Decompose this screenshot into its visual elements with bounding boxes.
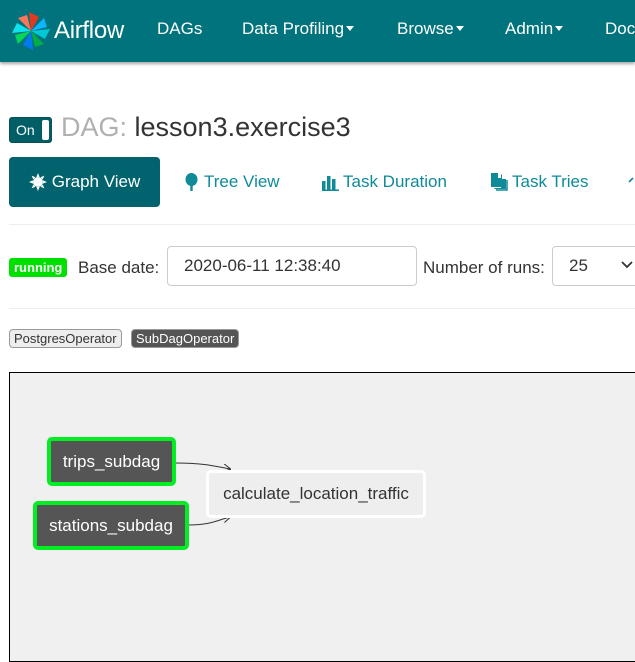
- nav-dags-label: DAGs: [157, 19, 203, 38]
- caret-down-icon: [555, 26, 564, 32]
- dag-on-toggle[interactable]: On: [9, 117, 52, 143]
- tab-task-tries-label: Task Tries: [512, 172, 589, 191]
- nav-browse[interactable]: Browse: [397, 19, 464, 39]
- chevron-down-icon: [621, 261, 633, 269]
- nav-data-profiling-label: Data Profiling: [242, 19, 345, 38]
- edge-trips-to-calc: [174, 462, 230, 469]
- tab-task-duration[interactable]: Task Duration: [322, 157, 447, 207]
- brand-name: Airflow: [54, 17, 124, 44]
- arrow-icon: [628, 177, 634, 183]
- brand-link[interactable]: Airflow: [10, 10, 124, 52]
- nav-admin[interactable]: Admin: [505, 19, 564, 39]
- nav-data-profiling[interactable]: Data Profiling: [242, 19, 355, 39]
- dag-prefix: DAG:: [61, 112, 128, 142]
- base-date-label: Base date:: [78, 258, 160, 277]
- dag-state-badge: running: [9, 258, 68, 277]
- tab-tree-view-label: Tree View: [204, 172, 280, 191]
- nav-admin-label: Admin: [505, 19, 554, 38]
- node-trips-subdag[interactable]: trips_subdag: [47, 437, 176, 486]
- toggle-handle: [42, 120, 49, 140]
- pinwheel-icon: [12, 12, 50, 50]
- files-icon: [491, 172, 508, 191]
- caret-down-icon: [455, 26, 464, 32]
- toggle-label: On: [16, 122, 35, 138]
- page-title: DAG: lesson3.exercise3: [61, 112, 351, 143]
- base-date-input[interactable]: 2020-06-11 12:38:40: [167, 246, 417, 286]
- tabs-divider: [9, 224, 635, 225]
- num-runs-label: Number of runs:: [423, 258, 545, 277]
- sun-icon: [28, 173, 47, 191]
- tree-icon: [185, 173, 198, 191]
- tab-task-duration-label: Task Duration: [343, 172, 447, 191]
- navbar: Airflow DAGs Data Profiling Browse Admin…: [0, 0, 635, 62]
- num-runs-select[interactable]: 25: [552, 246, 635, 286]
- tab-more[interactable]: [626, 157, 635, 207]
- caret-down-icon: [346, 26, 355, 32]
- legend-subdag-operator: SubDagOperator: [131, 329, 240, 348]
- node-stations-subdag[interactable]: stations_subdag: [33, 501, 189, 550]
- nav-browse-label: Browse: [397, 19, 454, 38]
- tab-graph-view-label: Graph View: [51, 172, 141, 191]
- tab-tree-view[interactable]: Tree View: [184, 157, 280, 207]
- edge-stations-to-calc: [187, 517, 230, 526]
- bar-chart-icon: [322, 175, 339, 191]
- nav-dags[interactable]: DAGs: [157, 19, 202, 39]
- dag-graph[interactable]: trips_subdag stations_subdag calculate_l…: [9, 372, 635, 662]
- num-runs-value: 25: [569, 256, 588, 275]
- status-divider: [9, 308, 635, 309]
- tab-graph-view[interactable]: Graph View: [9, 157, 160, 207]
- nav-docs[interactable]: Docs: [605, 19, 635, 39]
- legend-postgres-operator: PostgresOperator: [9, 329, 122, 348]
- tab-task-tries[interactable]: Task Tries: [490, 157, 589, 207]
- node-calculate-location-traffic[interactable]: calculate_location_traffic: [206, 470, 426, 518]
- nav-docs-label: Docs: [605, 19, 635, 38]
- dag-id: lesson3.exercise3: [134, 112, 351, 142]
